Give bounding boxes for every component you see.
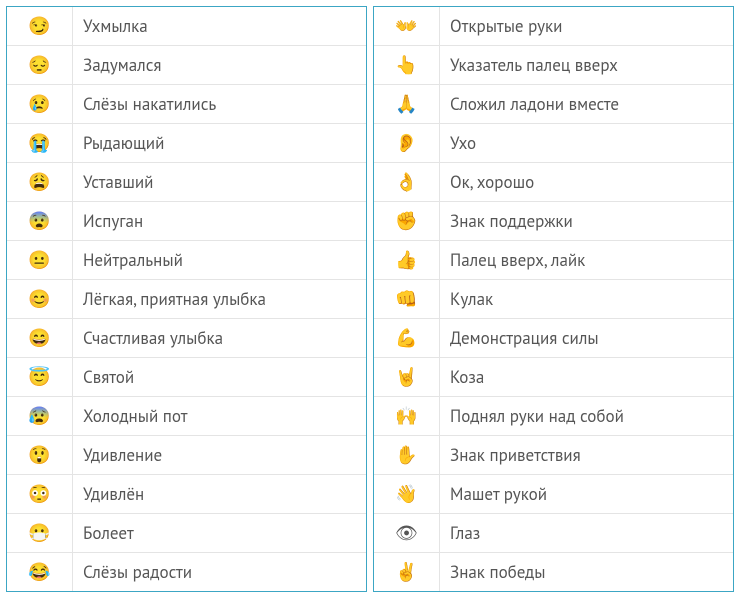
table-row: 😐Нейтральный bbox=[7, 240, 366, 279]
emoji-label: Лёгкая, приятная улыбка bbox=[72, 279, 366, 318]
emoji-label: Счастливая улыбка bbox=[72, 318, 366, 357]
emoji-icon: 💪 bbox=[374, 318, 439, 357]
table-row: 👂Ухо bbox=[374, 123, 733, 162]
emoji-icon: ✊ bbox=[374, 201, 439, 240]
emoji-icon: 👆 bbox=[374, 45, 439, 84]
emoji-label: Поднял руки над собой bbox=[439, 396, 733, 435]
table-row: ✋Знак приветствия bbox=[374, 435, 733, 474]
emoji-label: Глаз bbox=[439, 513, 733, 552]
emoji-label: Ухо bbox=[439, 123, 733, 162]
table-row: 😩Уставший bbox=[7, 162, 366, 201]
table-row: 😔Задумался bbox=[7, 45, 366, 84]
table-row: 😊Лёгкая, приятная улыбка bbox=[7, 279, 366, 318]
emoji-icon: 👌 bbox=[374, 162, 439, 201]
emoji-icon: 😄 bbox=[7, 318, 72, 357]
emoji-icon: 👁 bbox=[374, 513, 439, 552]
emoji-label: Удивление bbox=[72, 435, 366, 474]
table-row: 😭Рыдающий bbox=[7, 123, 366, 162]
emoji-icon: 😭 bbox=[7, 123, 72, 162]
table-row: 😲Удивление bbox=[7, 435, 366, 474]
emoji-icon: 😷 bbox=[7, 513, 72, 552]
emoji-label: Испуган bbox=[72, 201, 366, 240]
emoji-icon: 👐 bbox=[374, 7, 439, 45]
table-row: 😰Холодный пот bbox=[7, 396, 366, 435]
emoji-icon: 😂 bbox=[7, 552, 72, 591]
emoji-icon: ✋ bbox=[374, 435, 439, 474]
table-row: 😨Испуган bbox=[7, 201, 366, 240]
table-row: ✌Знак победы bbox=[374, 552, 733, 591]
emoji-label: Задумался bbox=[72, 45, 366, 84]
table-row: 👁Глаз bbox=[374, 513, 733, 552]
emoji-icon: 😔 bbox=[7, 45, 72, 84]
emoji-label: Ок, хорошо bbox=[439, 162, 733, 201]
table-row: 😏Ухмылка bbox=[7, 7, 366, 45]
emoji-icon: 😰 bbox=[7, 396, 72, 435]
emoji-icon: 😏 bbox=[7, 7, 72, 45]
emoji-icon: 👋 bbox=[374, 474, 439, 513]
emoji-label: Палец вверх, лайк bbox=[439, 240, 733, 279]
emoji-label: Рыдающий bbox=[72, 123, 366, 162]
table-row: 😇Святой bbox=[7, 357, 366, 396]
table-row: 👍Палец вверх, лайк bbox=[374, 240, 733, 279]
table-row: 🤘Коза bbox=[374, 357, 733, 396]
table-row: 😂Слёзы радости bbox=[7, 552, 366, 591]
emoji-label: Знак приветствия bbox=[439, 435, 733, 474]
emoji-label: Демонстрация силы bbox=[439, 318, 733, 357]
emoji-reference-container: 😏Ухмылка😔Задумался😢Слёзы накатились😭Рыда… bbox=[6, 6, 734, 592]
table-row: 👋Машет рукой bbox=[374, 474, 733, 513]
emoji-label: Болеет bbox=[72, 513, 366, 552]
table-row: 👌Ок, хорошо bbox=[374, 162, 733, 201]
emoji-label: Сложил ладони вместе bbox=[439, 84, 733, 123]
emoji-icon: 🙏 bbox=[374, 84, 439, 123]
emoji-label: Открытые руки bbox=[439, 7, 733, 45]
table-row: 😳Удивлён bbox=[7, 474, 366, 513]
table-row: 💪Демонстрация силы bbox=[374, 318, 733, 357]
emoji-icon: 😨 bbox=[7, 201, 72, 240]
table-row: 😢Слёзы накатились bbox=[7, 84, 366, 123]
emoji-label: Уставший bbox=[72, 162, 366, 201]
table-row: ✊Знак поддержки bbox=[374, 201, 733, 240]
emoji-label: Знак поддержки bbox=[439, 201, 733, 240]
emoji-icon: 😩 bbox=[7, 162, 72, 201]
emoji-label: Коза bbox=[439, 357, 733, 396]
table-row: 👆Указатель палец вверх bbox=[374, 45, 733, 84]
emoji-icon: 👂 bbox=[374, 123, 439, 162]
emoji-label: Кулак bbox=[439, 279, 733, 318]
emoji-panel-right: 👐Открытые руки👆Указатель палец вверх🙏Сло… bbox=[373, 6, 734, 592]
emoji-icon: 😐 bbox=[7, 240, 72, 279]
emoji-icon: 🙌 bbox=[374, 396, 439, 435]
emoji-icon: 🤘 bbox=[374, 357, 439, 396]
table-row: 😄Счастливая улыбка bbox=[7, 318, 366, 357]
emoji-label: Удивлён bbox=[72, 474, 366, 513]
table-row: 😷Болеет bbox=[7, 513, 366, 552]
emoji-icon: ✌ bbox=[374, 552, 439, 591]
emoji-label: Машет рукой bbox=[439, 474, 733, 513]
emoji-panel-left: 😏Ухмылка😔Задумался😢Слёзы накатились😭Рыда… bbox=[6, 6, 367, 592]
emoji-icon: 😊 bbox=[7, 279, 72, 318]
emoji-label: Святой bbox=[72, 357, 366, 396]
emoji-icon: 😇 bbox=[7, 357, 72, 396]
emoji-label: Слёзы радости bbox=[72, 552, 366, 591]
emoji-label: Нейтральный bbox=[72, 240, 366, 279]
emoji-label: Ухмылка bbox=[72, 7, 366, 45]
emoji-label: Слёзы накатились bbox=[72, 84, 366, 123]
emoji-label: Знак победы bbox=[439, 552, 733, 591]
table-row: 🙏Сложил ладони вместе bbox=[374, 84, 733, 123]
table-row: 🙌Поднял руки над собой bbox=[374, 396, 733, 435]
emoji-icon: 😢 bbox=[7, 84, 72, 123]
emoji-label: Указатель палец вверх bbox=[439, 45, 733, 84]
emoji-icon: 😳 bbox=[7, 474, 72, 513]
emoji-icon: 😲 bbox=[7, 435, 72, 474]
emoji-icon: 👊 bbox=[374, 279, 439, 318]
emoji-icon: 👍 bbox=[374, 240, 439, 279]
table-row: 👊Кулак bbox=[374, 279, 733, 318]
table-row: 👐Открытые руки bbox=[374, 7, 733, 45]
emoji-label: Холодный пот bbox=[72, 396, 366, 435]
